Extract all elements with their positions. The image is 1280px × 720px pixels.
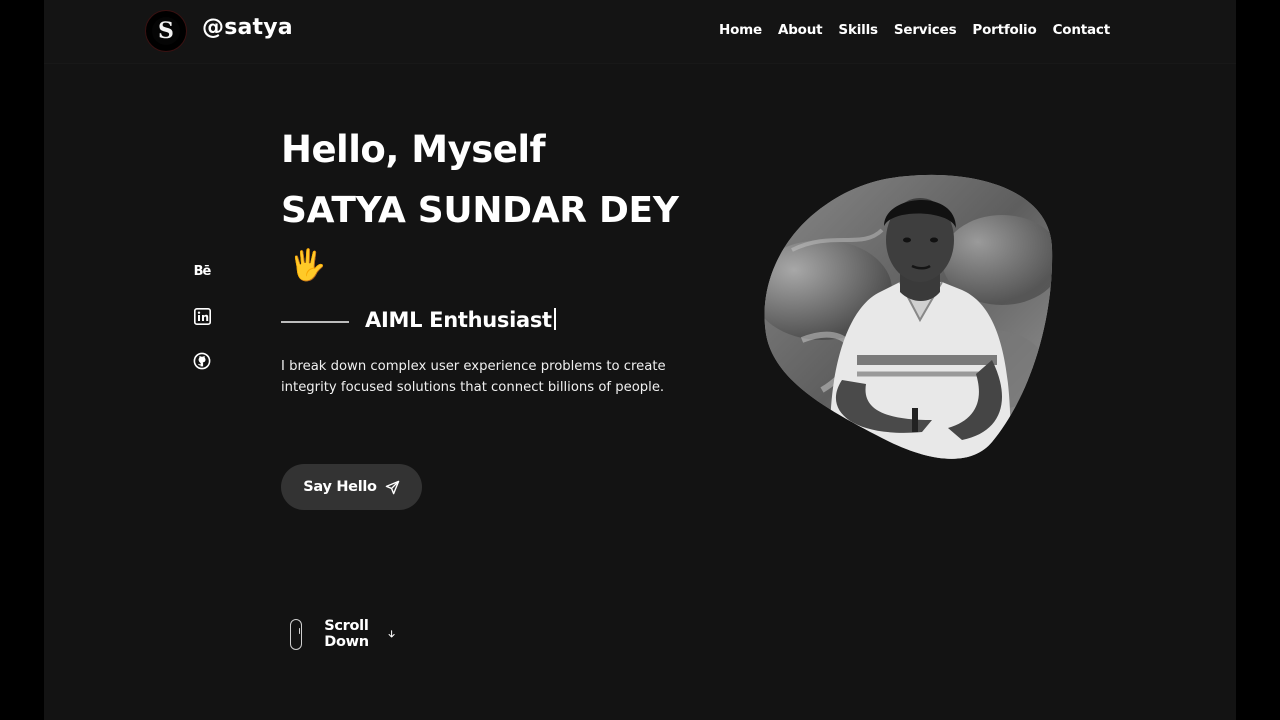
role-divider [281, 321, 349, 323]
role-text: AIML Enthusiast [365, 308, 556, 332]
scroll-down-label: Scroll Down [324, 618, 369, 650]
role-label: AIML Enthusiast [365, 308, 552, 332]
nav-portfolio[interactable]: Portfolio [972, 22, 1036, 38]
behance-icon[interactable]: Bē [193, 262, 212, 280]
nav-services[interactable]: Services [894, 22, 957, 38]
brand-name[interactable]: @satya [202, 15, 293, 40]
hero-description: I break down complex user experience pro… [281, 359, 666, 395]
send-icon [385, 480, 400, 494]
nav-contact[interactable]: Contact [1053, 22, 1111, 38]
main-nav: Home About Skills Services Portfolio Con… [719, 22, 1110, 38]
github-icon[interactable] [193, 352, 211, 370]
logo[interactable]: S [145, 10, 187, 52]
site-header: S @satya Home About Skills Services Port… [44, 0, 1236, 64]
nav-skills[interactable]: Skills [838, 22, 878, 38]
scroll-down-link[interactable]: Scroll Down [290, 618, 396, 650]
waving-hand-icon: 🖐 [289, 248, 327, 283]
say-hello-button[interactable]: Say Hello [281, 464, 422, 510]
hero-name: SATYA SUNDAR DEY [281, 190, 679, 231]
logo-letter: S [152, 17, 180, 45]
linkedin-icon[interactable] [193, 307, 211, 325]
nav-home[interactable]: Home [719, 22, 762, 38]
page: S @satya Home About Skills Services Port… [44, 0, 1236, 720]
say-hello-label: Say Hello [303, 479, 377, 495]
mouse-icon [290, 618, 303, 650]
profile-photo [762, 170, 1054, 462]
hero-greeting: Hello, Myself [281, 128, 546, 171]
typing-cursor [553, 308, 556, 330]
arrow-down-icon [388, 630, 395, 638]
nav-about[interactable]: About [778, 22, 823, 38]
